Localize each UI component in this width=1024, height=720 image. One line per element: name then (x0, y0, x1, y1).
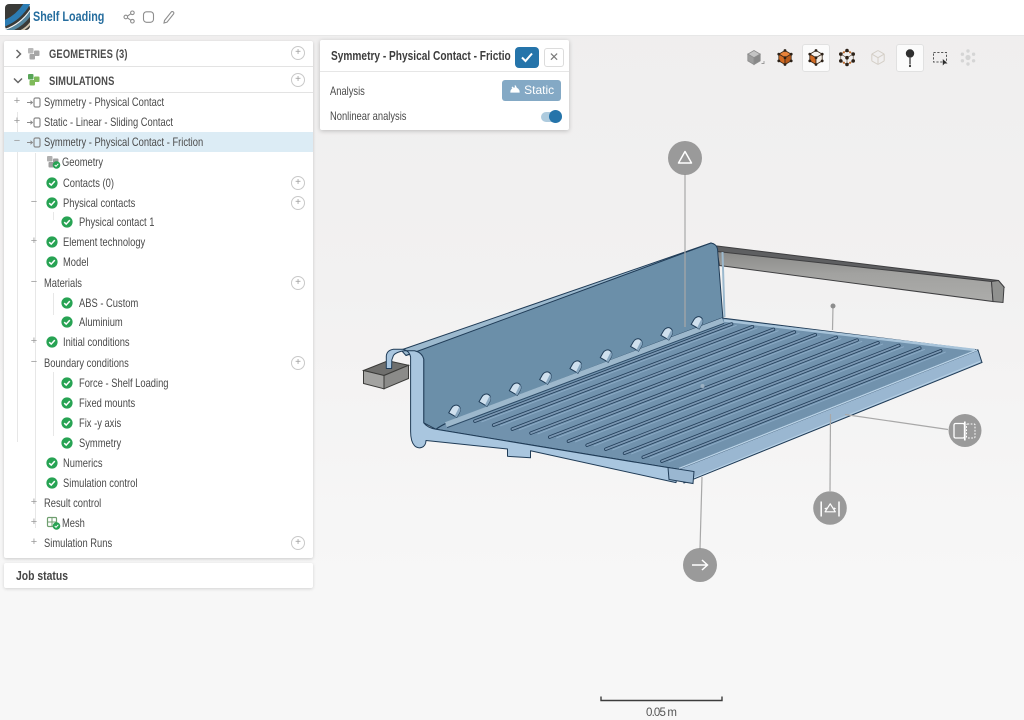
svg-text:0.05 m: 0.05 m (646, 707, 677, 719)
